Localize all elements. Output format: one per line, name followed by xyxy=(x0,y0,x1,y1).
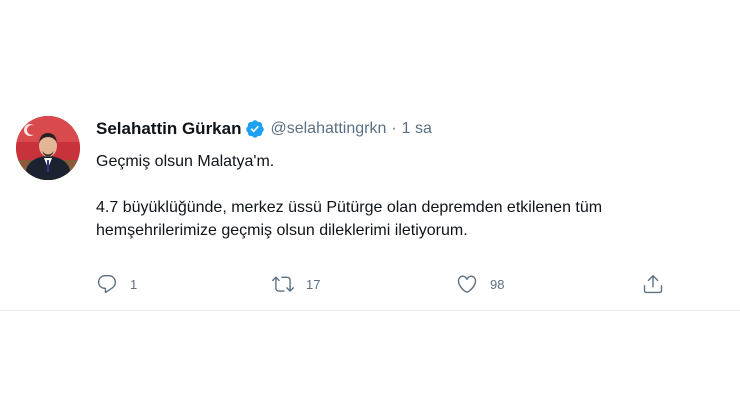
reply-count: 1 xyxy=(130,276,138,292)
separator-dot: · xyxy=(391,120,397,137)
retweet-count: 17 xyxy=(306,276,321,292)
retweet-icon xyxy=(272,276,294,292)
avatar[interactable] xyxy=(16,116,80,180)
tweet[interactable]: Selahattin Gürkan @selahattingrkn · 1 sa… xyxy=(0,100,740,311)
tweet-text-line: 4.7 büyüklüğünde, merkez üssü Pütürge ol… xyxy=(96,199,603,239)
tweet-text-line: Geçmiş olsun Malatya'm. xyxy=(96,153,275,170)
tweet-time[interactable]: 1 sa xyxy=(402,120,432,138)
share-icon xyxy=(643,275,663,294)
reply-icon xyxy=(97,275,117,294)
heart-icon xyxy=(457,275,477,293)
avatar-photo xyxy=(16,116,80,180)
tweet-text: Geçmiş olsun Malatya'm. 4.7 büyüklüğünde… xyxy=(96,150,716,242)
reply-button[interactable]: 1 xyxy=(96,270,137,298)
like-button[interactable]: 98 xyxy=(456,270,504,298)
like-count: 98 xyxy=(490,276,505,292)
retweet-button[interactable]: 17 xyxy=(272,270,320,298)
share-button[interactable] xyxy=(642,270,664,298)
tweet-actions: 1 17 98 xyxy=(96,270,676,298)
author-handle[interactable]: @selahattingrkn xyxy=(270,120,386,138)
author-name[interactable]: Selahattin Gürkan xyxy=(96,119,241,139)
tweet-header: Selahattin Gürkan @selahattingrkn · 1 sa xyxy=(96,118,432,140)
verified-badge-icon xyxy=(245,119,265,139)
